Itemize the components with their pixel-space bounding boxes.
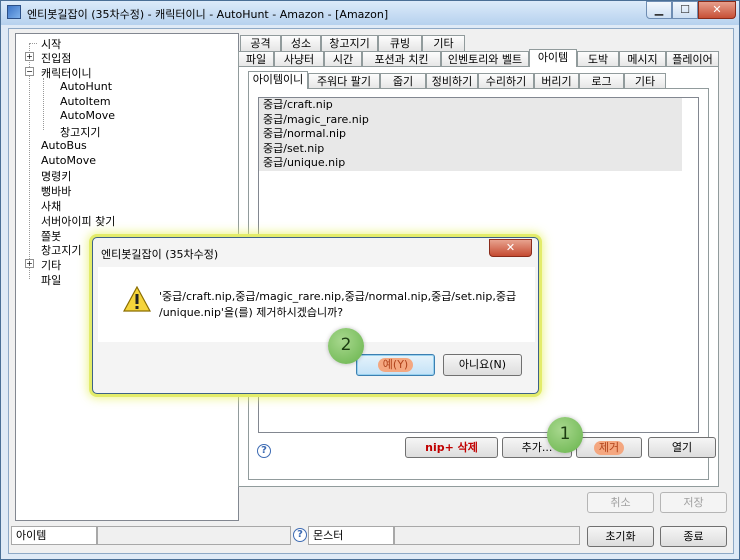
tab-player[interactable]: 플레이어 (666, 51, 719, 67)
app-icon (7, 5, 21, 19)
save-button[interactable]: 저장 (660, 492, 727, 513)
yes-button-label: 예(Y) (377, 358, 414, 372)
dialog-close-button[interactable]: ✕ (489, 239, 532, 257)
tree-item-autoitem[interactable]: AutoItem (60, 95, 111, 108)
main-window: 엔티봇길잡이 (35차수정) - 캐릭터이니 - AutoHunt - Amaz… (0, 0, 740, 560)
tab-item[interactable]: 아이템 (529, 49, 577, 67)
tree-item-label: 사채 (41, 200, 62, 213)
minimize-button[interactable]: ▁ (646, 1, 672, 19)
tree-item-label: AutoMove (60, 109, 116, 122)
tab-cubing[interactable]: 큐빙 (378, 35, 422, 51)
tree-item-label: AutoBus (41, 139, 87, 152)
tab-attack[interactable]: 공격 (240, 35, 281, 51)
tree-item-autobus[interactable]: AutoBus (41, 139, 87, 152)
tree-item-etc[interactable]: 기타 (41, 257, 61, 273)
list-item[interactable]: 중급/normal.nip (259, 127, 682, 142)
window-title: 엔티봇길잡이 (35차수정) - 캐릭터이니 - AutoHunt - Amaz… (27, 8, 389, 21)
tree-item-label: 명령키 (41, 170, 72, 183)
tree-item-character[interactable]: 캐릭터이니 (41, 65, 92, 81)
list-item[interactable]: 중급/set.nip (259, 141, 682, 157)
close-window-button[interactable]: ✕ (698, 1, 736, 19)
step-2-badge: 2 (328, 328, 364, 364)
dialog-message: '중급/craft.nip,중급/magic_rare.nip,중급/norma… (159, 289, 529, 321)
tab-sanctuary[interactable]: 성소 (281, 35, 321, 51)
cancel-button[interactable]: 취소 (587, 492, 654, 513)
tree-item-loan[interactable]: 사채 (41, 198, 61, 214)
dialog-body: '중급/craft.nip,중급/magic_rare.nip,중급/norma… (98, 267, 535, 342)
monster-status-extra (394, 526, 580, 545)
nip-delete-button[interactable]: nip+ 삭제 (405, 437, 498, 458)
subtab-item-ini[interactable]: 아이템이니 (248, 71, 308, 89)
no-button[interactable]: 아니요(N) (443, 354, 522, 376)
remove-button-label: 제거 (593, 441, 625, 455)
list-item[interactable]: 중급/magic_rare.nip (259, 112, 682, 128)
tab-gamble[interactable]: 도박 (577, 51, 619, 67)
help-icon[interactable]: ? (293, 528, 307, 542)
tab-hunting-ground[interactable]: 사냥터 (274, 51, 324, 67)
list-item[interactable]: 중급/unique.nip (259, 156, 682, 171)
tab-stash-keeper[interactable]: 창고지기 (321, 35, 378, 51)
tree-item-file[interactable]: 파일 (41, 272, 61, 288)
open-button[interactable]: 열기 (648, 437, 716, 458)
tree-item-entry[interactable]: 진입점 (41, 50, 71, 66)
tree-item-stash[interactable]: 창고지기 (41, 242, 81, 258)
subtab-log[interactable]: 로그 (579, 73, 624, 89)
tab-time[interactable]: 시간 (324, 51, 362, 67)
confirm-remove-dialog: 엔티봇길잡이 (35차수정) ✕ '중급/craft.nip,중급/magic_… (92, 237, 539, 394)
tree-item-automove-sub[interactable]: AutoMove (60, 109, 115, 122)
tree-item-stash-sub[interactable]: 창고지기 (60, 124, 100, 140)
maximize-button[interactable]: ☐ (672, 1, 698, 19)
reset-button[interactable]: 초기화 (587, 526, 654, 547)
remove-button[interactable]: 제거 (576, 437, 642, 458)
tree-item-label: 서버아이피 찾기 (41, 215, 116, 228)
monster-status-field: 몬스터 (308, 526, 394, 545)
expand-toggle-icon[interactable]: + (25, 259, 34, 268)
subtab-misc[interactable]: 기타 (624, 73, 666, 89)
tab-file[interactable]: 파일 (238, 51, 274, 67)
tree-item-autohunt[interactable]: AutoHunt (60, 80, 113, 93)
step-1-badge: 1 (547, 417, 583, 453)
tree-item-label: 기타 (41, 259, 62, 272)
tree-item-label: AutoMove (41, 154, 97, 167)
expand-toggle-icon[interactable]: + (25, 52, 34, 61)
item-status-extra (97, 526, 291, 545)
subtab-pickup[interactable]: 줍기 (380, 73, 426, 89)
yes-button[interactable]: 예(Y) (356, 354, 435, 376)
help-icon[interactable]: ? (257, 444, 271, 458)
tree-item-label: 파일 (41, 274, 62, 287)
item-status-field: 아이템 (11, 526, 97, 545)
dialog-title: 엔티봇길잡이 (35차수정) (101, 248, 219, 261)
warning-icon (123, 286, 151, 312)
tree-item-label: 캐릭터이니 (41, 67, 92, 80)
tree-item-automove[interactable]: AutoMove (41, 154, 96, 167)
tree-item-baba[interactable]: 뻥바바 (41, 183, 71, 199)
tree-item-label: 창고지기 (41, 244, 82, 257)
tab-message[interactable]: 메시지 (619, 51, 666, 67)
tree-item-label: AutoHunt (60, 80, 113, 93)
dialog-message-line: /unique.nip'을(를) 제거하시겠습니까? (159, 306, 344, 319)
dialog-message-line: '중급/craft.nip,중급/magic_rare.nip,중급/norma… (159, 290, 517, 303)
list-item[interactable]: 중급/craft.nip (259, 98, 682, 113)
tree-item-label: AutoItem (60, 95, 111, 108)
collapse-toggle-icon[interactable]: − (25, 67, 34, 76)
tab-potion-chicken[interactable]: 포션과 치킨 (362, 51, 441, 67)
exit-button[interactable]: 종료 (660, 526, 727, 547)
tree-item-hotkeys[interactable]: 명령키 (41, 168, 71, 184)
tree-item-label: 진입점 (41, 52, 72, 65)
tree-item-label: 뻥바바 (41, 185, 72, 198)
subtab-maintain[interactable]: 정비하기 (426, 73, 478, 89)
title-bar[interactable]: 엔티봇길잡이 (35차수정) - 캐릭터이니 - AutoHunt - Amaz… (1, 1, 739, 25)
subtab-discard[interactable]: 버리기 (534, 73, 579, 89)
subtab-pickup-sell[interactable]: 주워다 팔기 (308, 73, 380, 89)
tab-inventory-belt[interactable]: 인벤토리와 벨트 (441, 51, 529, 67)
tree-item-server-ip[interactable]: 서버아이피 찾기 (41, 213, 115, 229)
tab-misc-top[interactable]: 기타 (422, 35, 465, 51)
tree-item-label: 창고지기 (60, 126, 101, 139)
subtab-repair[interactable]: 수리하기 (478, 73, 534, 89)
